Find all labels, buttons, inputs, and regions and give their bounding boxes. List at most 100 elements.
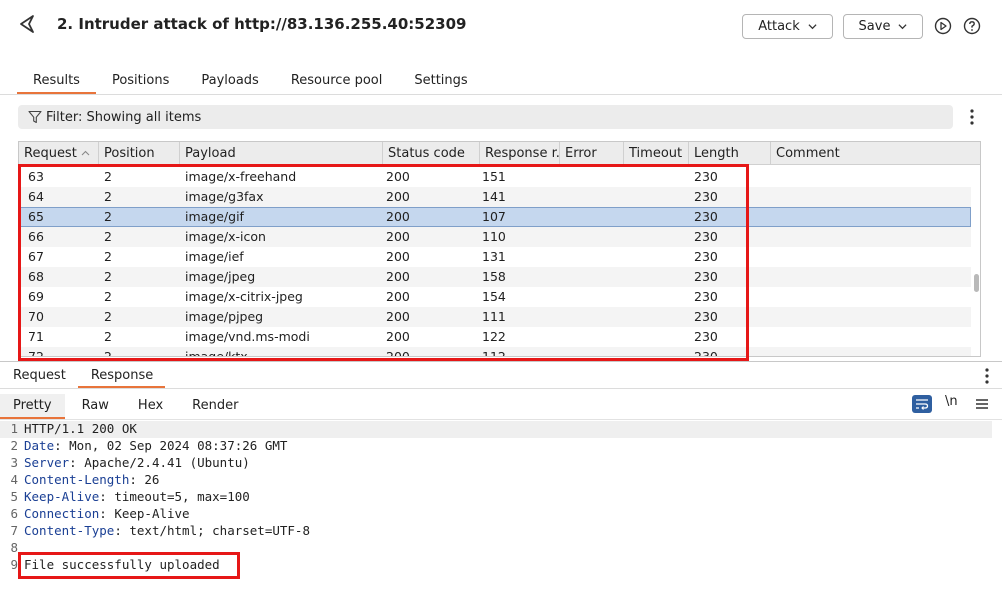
view-tabs-divider xyxy=(0,419,1002,420)
cell-position: 2 xyxy=(104,209,112,224)
results-table: Request Position Payload Status code Res… xyxy=(18,141,981,357)
line-text: HTTP/1.1 200 OK xyxy=(24,421,137,436)
cell-status-code: 200 xyxy=(386,209,410,224)
column-header-timeout[interactable]: Timeout xyxy=(624,142,689,165)
cell-payload: image/g3fax xyxy=(185,189,264,204)
cell-request: 67 xyxy=(28,249,44,264)
cell-position: 2 xyxy=(104,309,112,324)
table-scrollbar[interactable] xyxy=(972,166,980,356)
tab-settings[interactable]: Settings xyxy=(398,66,483,94)
burp-logo-icon[interactable] xyxy=(18,14,38,34)
help-icon[interactable] xyxy=(963,17,981,35)
table-row[interactable]: 64 2 image/g3fax 200 141 230 xyxy=(19,187,971,207)
page-title: 2. Intruder attack of http://83.136.255.… xyxy=(57,15,467,33)
word-wrap-icon xyxy=(916,399,929,410)
attack-menu-button[interactable]: Attack xyxy=(742,14,833,39)
cell-position: 2 xyxy=(104,329,112,344)
line-number: 9 xyxy=(10,557,18,572)
cell-request: 69 xyxy=(28,289,44,304)
table-row[interactable]: 71 2 image/vnd.ms-modi 200 122 230 xyxy=(19,327,971,347)
line-text: Date: Mon, 02 Sep 2024 08:37:26 GMT xyxy=(24,438,287,453)
tab-render[interactable]: Render xyxy=(176,394,251,419)
header-name: Server xyxy=(24,455,70,470)
cell-response-received: 112 xyxy=(482,349,506,357)
table-row[interactable]: 66 2 image/x-icon 200 110 230 xyxy=(19,227,971,247)
cell-request: 70 xyxy=(28,309,44,324)
cell-response-received: 154 xyxy=(482,289,506,304)
newline-toggle[interactable]: \n xyxy=(945,394,958,409)
filter-text: Filter: Showing all items xyxy=(46,109,202,125)
table-row[interactable]: 72 2 image/ktx 200 112 230 xyxy=(19,347,971,357)
cell-status-code: 200 xyxy=(386,309,410,324)
header-value: : timeout=5, max=100 xyxy=(99,489,250,504)
column-header-response-received[interactable]: Response r... xyxy=(480,142,560,165)
response-editor[interactable]: 1 HTTP/1.1 200 OK 2 Date: Mon, 02 Sep 2024 … xyxy=(0,421,992,592)
cell-length: 230 xyxy=(694,349,718,357)
line-text: File successfully uploaded xyxy=(24,557,220,572)
tab-results[interactable]: Results xyxy=(17,66,96,94)
cell-length: 230 xyxy=(694,329,718,344)
save-menu-button[interactable]: Save xyxy=(843,14,923,39)
chevron-down-icon xyxy=(808,24,817,30)
line-number: 1 xyxy=(10,421,18,436)
cell-length: 230 xyxy=(694,269,718,284)
menu-icon[interactable] xyxy=(976,398,988,410)
cell-position: 2 xyxy=(104,289,112,304)
table-row[interactable]: 63 2 image/x-freehand 200 151 230 xyxy=(19,167,971,187)
pane-divider[interactable] xyxy=(0,361,1002,362)
line-number: 7 xyxy=(10,523,18,538)
header-name: Date xyxy=(24,438,55,453)
column-header-request[interactable]: Request xyxy=(19,142,99,165)
cell-status-code: 200 xyxy=(386,349,410,357)
code-line: 2 Date: Mon, 02 Sep 2024 08:37:26 GMT xyxy=(0,438,992,455)
cell-status-code: 200 xyxy=(386,289,410,304)
line-number: 5 xyxy=(10,489,18,504)
code-line: 9 File successfully uploaded xyxy=(0,557,992,574)
cell-response-received: 158 xyxy=(482,269,506,284)
cell-status-code: 200 xyxy=(386,249,410,264)
filter-bar[interactable]: Filter: Showing all items xyxy=(18,105,953,129)
cell-position: 2 xyxy=(104,269,112,284)
table-row[interactable]: 68 2 image/jpeg 200 158 230 xyxy=(19,267,971,287)
header-name: Content-Type xyxy=(24,523,115,538)
tab-response[interactable]: Response xyxy=(77,364,166,388)
tabs-divider xyxy=(0,388,1002,389)
table-row[interactable]: 70 2 image/pjpeg 200 111 230 xyxy=(19,307,971,327)
cell-length: 230 xyxy=(694,209,718,224)
scrollbar-thumb[interactable] xyxy=(974,274,979,292)
word-wrap-toggle[interactable] xyxy=(912,395,932,413)
table-row[interactable]: 69 2 image/x-citrix-jpeg 200 154 230 xyxy=(19,287,971,307)
line-text: Content-Length: 26 xyxy=(24,472,159,487)
cell-position: 2 xyxy=(104,229,112,244)
column-header-position[interactable]: Position xyxy=(99,142,180,165)
header-name: Content-Length xyxy=(24,472,130,487)
code-line: 1 HTTP/1.1 200 OK xyxy=(0,421,992,438)
cell-response-received: 122 xyxy=(482,329,506,344)
play-icon[interactable] xyxy=(934,17,952,35)
column-header-payload[interactable]: Payload xyxy=(180,142,383,165)
cell-payload: image/x-freehand xyxy=(185,169,297,184)
line-number: 6 xyxy=(10,506,18,521)
tab-resource-pool[interactable]: Resource pool xyxy=(275,66,399,94)
tab-request[interactable]: Request xyxy=(0,364,78,388)
table-row-selected[interactable]: 65 2 image/gif 200 107 230 xyxy=(19,207,971,227)
column-header-error[interactable]: Error xyxy=(560,142,624,165)
more-options-icon[interactable] xyxy=(970,109,974,125)
code-line: 6 Connection: Keep-Alive xyxy=(0,506,992,523)
main-tabs: Results Positions Payloads Resource pool… xyxy=(17,66,484,94)
tab-payloads[interactable]: Payloads xyxy=(185,66,274,94)
cell-status-code: 200 xyxy=(386,169,410,184)
cell-response-received: 141 xyxy=(482,189,506,204)
tab-raw[interactable]: Raw xyxy=(65,394,122,419)
column-header-length[interactable]: Length xyxy=(689,142,771,165)
cell-status-code: 200 xyxy=(386,329,410,344)
tab-pretty[interactable]: Pretty xyxy=(0,394,65,419)
table-row[interactable]: 67 2 image/ief 200 131 230 xyxy=(19,247,971,267)
header-value: : text/html; charset=UTF-8 xyxy=(114,523,310,538)
tab-hex[interactable]: Hex xyxy=(122,394,176,419)
column-header-comment[interactable]: Comment xyxy=(771,142,980,165)
line-text: Keep-Alive: timeout=5, max=100 xyxy=(24,489,250,504)
more-options-icon[interactable] xyxy=(985,368,989,384)
tab-positions[interactable]: Positions xyxy=(96,66,185,94)
column-header-status-code[interactable]: Status code xyxy=(383,142,480,165)
